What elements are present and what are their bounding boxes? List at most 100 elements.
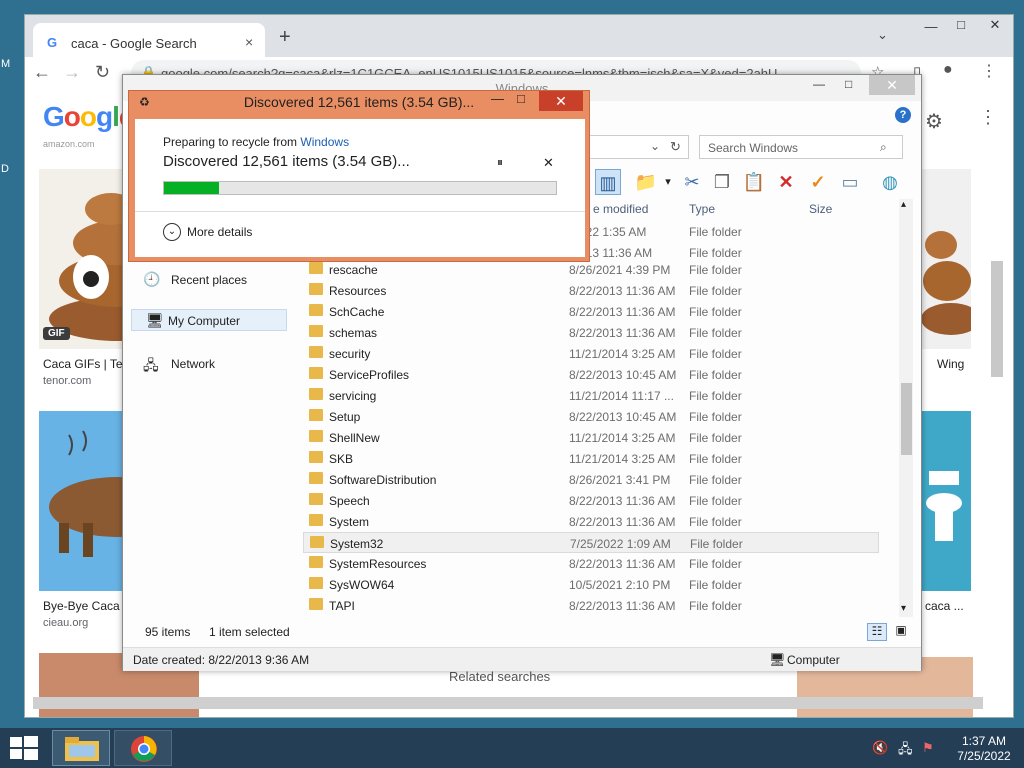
folder-icon: [309, 409, 323, 421]
horizontal-scrollbar[interactable]: [33, 697, 983, 709]
nav-network[interactable]: 🖧 Network: [127, 353, 291, 375]
forward-icon[interactable]: →: [63, 62, 81, 83]
profile-avatar-icon[interactable]: ●: [943, 61, 953, 79]
result-source[interactable]: tenor.com: [43, 375, 91, 387]
file-name: ServiceProfiles: [329, 368, 410, 382]
internet-options-icon[interactable]: ◍: [877, 169, 903, 195]
scroll-thumb[interactable]: [901, 383, 912, 455]
result-caption[interactable]: Wing: [937, 357, 964, 371]
amazon-snippet: amazon.com: [43, 139, 95, 149]
related-searches-label[interactable]: Related searches: [449, 669, 550, 684]
file-row[interactable]: SysWOW64 10/5/2021 2:10 PM File folder: [303, 574, 879, 595]
file-row[interactable]: servicing 11/21/2014 11:17 ... File folder: [303, 385, 879, 406]
network-tray-icon[interactable]: 🖧: [898, 740, 913, 762]
result-source[interactable]: cieau.org: [43, 617, 88, 629]
apps-grid-icon[interactable]: ⋮: [979, 107, 997, 128]
delete-icon[interactable]: ✕: [773, 169, 799, 195]
taskbar: 🔇 🖧 ⚑ 1:37 AM 7/25/2022: [0, 728, 1024, 768]
file-row[interactable]: SKB 11/21/2014 3:25 AM File folder: [303, 448, 879, 469]
dialog-minimize-button[interactable]: —: [491, 91, 504, 106]
result-image-right[interactable]: [921, 169, 981, 349]
source-folder-link[interactable]: Windows: [300, 135, 349, 149]
file-row[interactable]: TAPI 8/22/2013 11:36 AM File folder: [303, 595, 879, 616]
file-type: File folder: [689, 515, 742, 529]
explorer-search-box[interactable]: Search Windows ⌕: [699, 135, 903, 159]
paste-icon[interactable]: 📋: [741, 169, 767, 195]
file-row[interactable]: Resources 8/22/2013 11:36 AM File folder: [303, 280, 879, 301]
result-caption[interactable]: Bye-Bye Caca -: [43, 599, 127, 613]
start-button[interactable]: [10, 736, 38, 760]
file-name: System: [329, 515, 370, 529]
file-name: SKB: [329, 452, 354, 466]
scroll-down-icon[interactable]: ▾: [901, 603, 906, 614]
result-image-toilet[interactable]: [921, 411, 971, 591]
settings-gear-icon[interactable]: ⚙: [925, 109, 943, 134]
explorer-minimize-button[interactable]: —: [813, 77, 825, 91]
file-row[interactable]: security 11/21/2014 3:25 AM File folder: [303, 343, 879, 364]
minimize-button[interactable]: —: [915, 19, 947, 37]
maximize-button[interactable]: □: [945, 17, 977, 35]
dialog-close-button[interactable]: ✕: [539, 91, 583, 111]
details-view-icon[interactable]: ☷: [867, 623, 887, 641]
nav-recent-places[interactable]: 🕘 Recent places: [127, 269, 291, 291]
properties-dropdown-icon[interactable]: ▾: [655, 169, 681, 195]
nav-my-computer[interactable]: 🖥 My Computer: [131, 309, 287, 331]
page-scrollbar[interactable]: [991, 261, 1003, 377]
explorer-maximize-button[interactable]: □: [845, 77, 852, 91]
pause-icon[interactable]: ⏸: [497, 155, 503, 170]
copy-icon[interactable]: ❐: [709, 169, 735, 195]
file-date: 7/25/2022 1:09 AM: [570, 537, 671, 551]
file-row[interactable]: rescache 8/26/2021 4:39 PM File folder: [303, 259, 879, 280]
column-size[interactable]: Size: [809, 202, 832, 216]
column-type[interactable]: Type: [689, 202, 715, 216]
taskbar-chrome[interactable]: [114, 730, 172, 766]
preview-pane-icon[interactable]: ▥: [595, 169, 621, 195]
system-clock[interactable]: 1:37 AM 7/25/2022: [944, 734, 1024, 764]
dialog-maximize-button[interactable]: □: [517, 91, 525, 106]
action-center-icon[interactable]: ⚑: [922, 740, 934, 756]
explorer-vertical-scrollbar[interactable]: ▴ ▾: [899, 199, 913, 617]
large-icons-view-icon[interactable]: ▣: [891, 623, 911, 641]
chrome-tab[interactable]: G caca - Google Search ×: [33, 23, 265, 57]
address-dropdown-icon[interactable]: ⌄: [650, 139, 660, 153]
tab-close-icon[interactable]: ×: [245, 34, 253, 50]
file-row[interactable]: ShellNew 11/21/2014 3:25 AM File folder: [303, 427, 879, 448]
cancel-icon[interactable]: ✕: [543, 155, 554, 171]
map-drive-icon[interactable]: ▭: [837, 169, 863, 195]
file-row[interactable]: Speech 8/22/2013 11:36 AM File folder: [303, 490, 879, 511]
file-row[interactable]: System32 7/25/2022 1:09 AM File folder: [303, 532, 879, 553]
explorer-status-bar: 95 items 1 item selected ☷ ▣: [123, 621, 921, 647]
help-icon[interactable]: ?: [895, 107, 911, 123]
rename-check-icon[interactable]: ✓: [805, 169, 831, 195]
file-row[interactable]: SoftwareDistribution 8/26/2021 3:41 PM Fil…: [303, 469, 879, 490]
file-row[interactable]: ServiceProfiles 8/22/2013 10:45 AM File fo…: [303, 364, 879, 385]
file-row[interactable]: Setup 8/22/2013 10:45 AM File folder: [303, 406, 879, 427]
file-row[interactable]: System 8/22/2013 11:36 AM File folder: [303, 511, 879, 532]
result-caption[interactable]: Caca GIFs | Te: [43, 357, 123, 371]
new-tab-button[interactable]: +: [279, 26, 291, 49]
google-logo[interactable]: Google: [43, 101, 134, 133]
file-row[interactable]: SystemResources 8/22/2013 11:36 AM File fo…: [303, 553, 879, 574]
file-row[interactable]: schemas 8/22/2013 11:36 AM File folder: [303, 322, 879, 343]
chrome-menu-icon[interactable]: ⋮: [981, 61, 997, 81]
volume-muted-icon[interactable]: 🔇: [872, 740, 888, 756]
file-row[interactable]: SchCache 8/22/2013 11:36 AM File folder: [303, 301, 879, 322]
file-name: SysWOW64: [329, 578, 395, 592]
tab-search-button[interactable]: ⌄: [877, 27, 888, 43]
tab-title: caca - Google Search: [71, 36, 197, 51]
refresh-icon[interactable]: ↻: [670, 139, 681, 155]
close-button[interactable]: ✕: [979, 17, 1011, 35]
chevron-down-icon[interactable]: ⌄: [163, 223, 181, 241]
column-date-modified[interactable]: e modified: [593, 202, 648, 216]
back-icon[interactable]: ←: [33, 62, 51, 83]
result-caption[interactable]: caca ...: [925, 599, 964, 613]
file-name: security: [329, 347, 371, 361]
explorer-close-button[interactable]: ✕: [869, 75, 915, 95]
folder-icon: [309, 283, 323, 295]
more-details-button[interactable]: More details: [187, 225, 252, 239]
taskbar-file-explorer[interactable]: [52, 730, 110, 766]
cut-icon[interactable]: ✂: [679, 169, 705, 195]
reload-icon[interactable]: ↻: [95, 62, 110, 83]
scroll-up-icon[interactable]: ▴: [901, 199, 906, 210]
progress-status: Discovered 12,561 items (3.54 GB)...: [163, 153, 410, 170]
